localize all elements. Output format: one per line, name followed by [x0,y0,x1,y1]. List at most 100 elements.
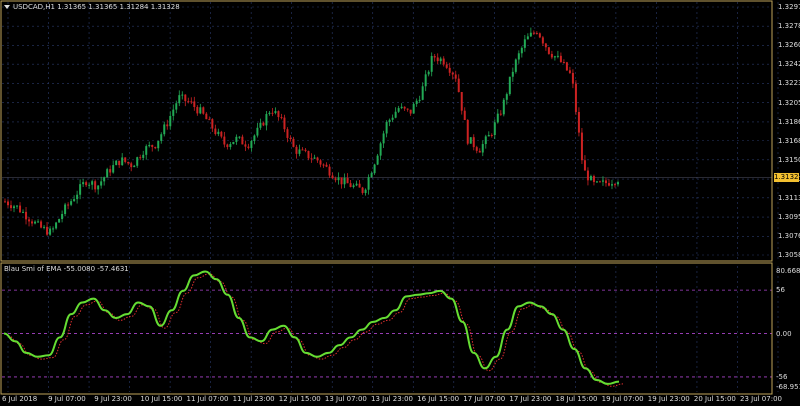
indicator-levels [2,289,772,378]
candle-body [211,119,214,129]
time-label: 19 Jul 23:00 [647,395,690,403]
candle-body [376,155,379,165]
price-label: 1.31500 [778,155,800,164]
candle-body [571,72,574,84]
candle-body [562,62,565,64]
candle-body [532,32,535,34]
candle-body [235,136,238,142]
candle-body [73,199,76,202]
candle-body [313,157,316,159]
candle-body [163,124,166,135]
candle-body [91,181,94,185]
candle-body [448,67,451,73]
candle-body [595,181,598,183]
candle-body [598,181,601,183]
candle-body [505,94,508,100]
candle-body [238,136,241,138]
candle-body [340,177,343,185]
candle-body [490,134,493,136]
candle-body [613,184,616,186]
candle-body [487,134,490,137]
candle-body [400,106,403,109]
candle-body [265,114,268,126]
candle-body [565,62,568,71]
candle-body [136,157,139,166]
chart-canvas[interactable] [0,0,800,406]
candle-body [457,78,460,93]
candle-body [436,57,439,62]
candle-body [166,124,169,127]
candle-body [46,226,49,235]
candle-body [550,53,553,58]
candle-body [577,111,580,133]
candle-body [388,119,391,123]
indicator-scale-label: -56 [776,372,788,381]
candle-body [610,184,613,186]
candle-body [256,127,259,136]
candle-body [262,122,265,126]
candle-body [580,132,583,161]
price-label: 1.31685 [778,136,800,145]
candle-body [484,136,487,145]
candle-body [583,160,586,171]
time-label: 9 Jul 23:00 [94,395,132,403]
candle-body [226,144,229,147]
candle-body [412,104,415,114]
candle-body [118,160,121,166]
candle-body [424,74,427,87]
candle-body [304,149,307,151]
candle-body [10,205,13,209]
candle-body [370,173,373,178]
candle-body [196,107,199,114]
candle-body [274,111,277,113]
candle-body [148,144,151,147]
candle-body [397,108,400,112]
main-chart-title: USDCAD,H1 1.31365 1.31365 1.31284 1.3132… [4,3,180,11]
time-label: 17 Jul 23:00 [509,395,552,403]
candle-body [298,149,301,154]
candle-body [331,175,334,179]
candle-body [154,146,157,149]
candle-body [121,157,124,166]
candle-body [559,55,562,63]
candle-body [508,76,511,95]
candle-body [439,58,442,62]
candle-body [28,219,31,222]
candle-body [403,106,406,109]
price-label: 1.32970 [778,3,800,11]
time-label: 13 Jul 23:00 [371,395,413,403]
candle-body [442,58,445,65]
candle-body [106,169,109,178]
candle-body [466,120,469,144]
candle-body [574,83,577,112]
time-label: 6 Jul 2018 [2,395,38,403]
candle-body [55,222,58,229]
candle-body [433,55,436,58]
price-label: 1.31865 [778,117,800,126]
candle-body [64,204,67,214]
candle-body [355,183,358,186]
candle-body [493,122,496,136]
candle-body [415,100,418,105]
candle-body [409,109,412,114]
candle-body [112,165,115,173]
candle-body [280,117,283,119]
candle-body [250,140,253,148]
candle-body [529,32,532,37]
candle-body [13,206,16,209]
candle-body [538,33,541,38]
candle-body [307,150,310,159]
candle-body [475,147,478,151]
time-label: 11 Jul 07:00 [186,395,229,403]
candle-body [343,177,346,185]
candle-body [556,55,559,57]
candle-body [421,86,424,100]
price-label: 1.32050 [778,98,800,107]
candle-body [67,204,70,206]
candle-body [244,144,247,147]
candle-body [37,221,40,223]
signal-line [7,273,624,387]
time-label: 12 Jul 15:00 [278,395,321,403]
candle-body [589,176,592,181]
candle-body [391,117,394,120]
